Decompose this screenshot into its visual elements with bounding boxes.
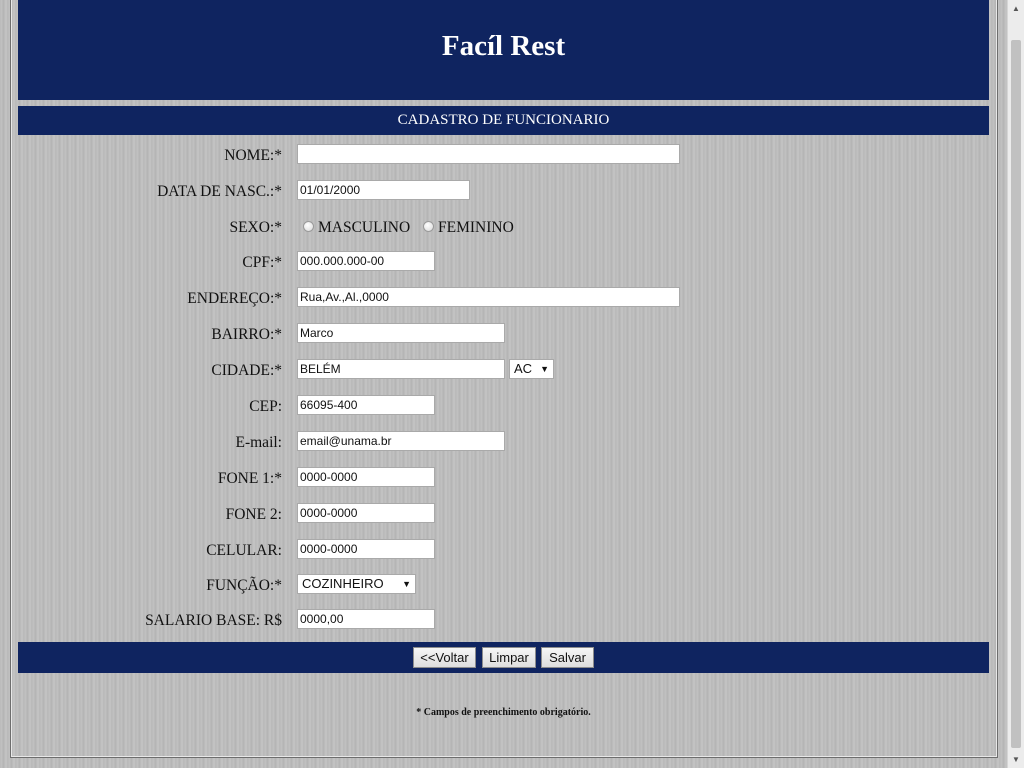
bairro-label: BAIRRO:* xyxy=(211,326,282,343)
row-cep: CEP: 66095-400 xyxy=(18,395,989,419)
scroll-up-icon[interactable]: ▲ xyxy=(1008,0,1024,17)
email-input[interactable]: email@unama.br xyxy=(297,431,505,451)
back-button[interactable]: <<Voltar xyxy=(413,647,476,668)
data-nasc-input[interactable]: 01/01/2000 xyxy=(297,180,470,200)
clear-button[interactable]: Limpar xyxy=(482,647,536,668)
radio-masculino[interactable] xyxy=(303,221,314,232)
funcao-label: FUNÇÃO:* xyxy=(206,577,282,594)
uf-select[interactable]: AC ▼ xyxy=(509,359,554,379)
scroll-down-icon[interactable]: ▼ xyxy=(1008,751,1024,768)
scrollbar-thumb[interactable] xyxy=(1011,40,1021,748)
uf-select-value: AC xyxy=(514,361,533,376)
section-title-text: CADASTRO DE FUNCIONARIO xyxy=(397,112,610,128)
chevron-down-icon: ▼ xyxy=(402,579,411,589)
radio-feminino-label[interactable]: FEMININO xyxy=(438,216,514,240)
radio-feminino[interactable] xyxy=(423,221,434,232)
required-fields-note: * Campos de preenchimento obrigatório. xyxy=(416,707,591,718)
cidade-label: CIDADE:* xyxy=(211,362,282,379)
fone1-label: FONE 1:* xyxy=(217,470,282,487)
cidade-input[interactable]: BELÉM xyxy=(297,359,505,379)
page-header: Facíl Rest xyxy=(18,0,989,100)
data-nasc-label: DATA DE NASC.:* xyxy=(157,183,282,200)
chevron-down-icon: ▼ xyxy=(540,364,549,374)
endereco-label: ENDEREÇO:* xyxy=(187,290,282,307)
email-label: E-mail: xyxy=(235,434,283,451)
funcao-select-value: COZINHEIRO xyxy=(302,576,384,591)
cpf-input[interactable]: 000.000.000-00 xyxy=(297,251,435,271)
nome-input[interactable] xyxy=(297,144,680,164)
nome-label: NOME:* xyxy=(224,147,282,164)
bairro-input[interactable]: Marco xyxy=(297,323,505,343)
sexo-label: SEXO:* xyxy=(229,219,282,236)
cpf-label: CPF:* xyxy=(242,254,282,271)
celular-input[interactable]: 0000-0000 xyxy=(297,539,435,559)
fone1-input[interactable]: 0000-0000 xyxy=(297,467,435,487)
row-sexo: SEXO:* MASCULINO FEMININO xyxy=(18,216,989,240)
fone2-input[interactable]: 0000-0000 xyxy=(297,503,435,523)
row-celular: CELULAR: 0000-0000 xyxy=(18,539,989,563)
row-cidade: CIDADE:* BELÉM AC ▼ xyxy=(18,359,989,383)
endereco-input[interactable]: Rua,Av.,Al.,0000 xyxy=(297,287,680,307)
row-cpf: CPF:* 000.000.000-00 xyxy=(18,251,989,275)
row-endereco: ENDEREÇO:* Rua,Av.,Al.,0000 xyxy=(18,287,989,311)
cep-label: CEP: xyxy=(249,398,282,415)
row-data-nasc: DATA DE NASC.:* 01/01/2000 xyxy=(18,180,989,204)
radio-masculino-label[interactable]: MASCULINO xyxy=(318,216,410,240)
celular-label: CELULAR: xyxy=(206,542,282,559)
row-nome: NOME:* xyxy=(18,144,989,168)
fone2-label: FONE 2: xyxy=(225,506,282,523)
cep-input[interactable]: 66095-400 xyxy=(297,395,435,415)
row-salario: SALARIO BASE: R$ 0000,00 xyxy=(18,609,989,633)
app-title: Facíl Rest xyxy=(441,30,566,62)
row-funcao: FUNÇÃO:* COZINHEIRO ▼ xyxy=(18,574,989,598)
row-email: E-mail: email@unama.br xyxy=(18,431,989,455)
row-fone1: FONE 1:* 0000-0000 xyxy=(18,467,989,491)
row-fone2: FONE 2: 0000-0000 xyxy=(18,503,989,527)
form-actions-bar: <<Voltar Limpar Salvar xyxy=(18,642,989,673)
row-bairro: BAIRRO:* Marco xyxy=(18,323,989,347)
salario-input[interactable]: 0000,00 xyxy=(297,609,435,629)
vertical-scrollbar[interactable]: ▲ ▼ xyxy=(1007,0,1024,768)
funcao-select[interactable]: COZINHEIRO ▼ xyxy=(297,574,416,594)
form-section-title: CADASTRO DE FUNCIONARIO xyxy=(18,106,989,135)
salario-label: SALARIO BASE: R$ xyxy=(145,612,282,629)
save-button[interactable]: Salvar xyxy=(541,647,594,668)
